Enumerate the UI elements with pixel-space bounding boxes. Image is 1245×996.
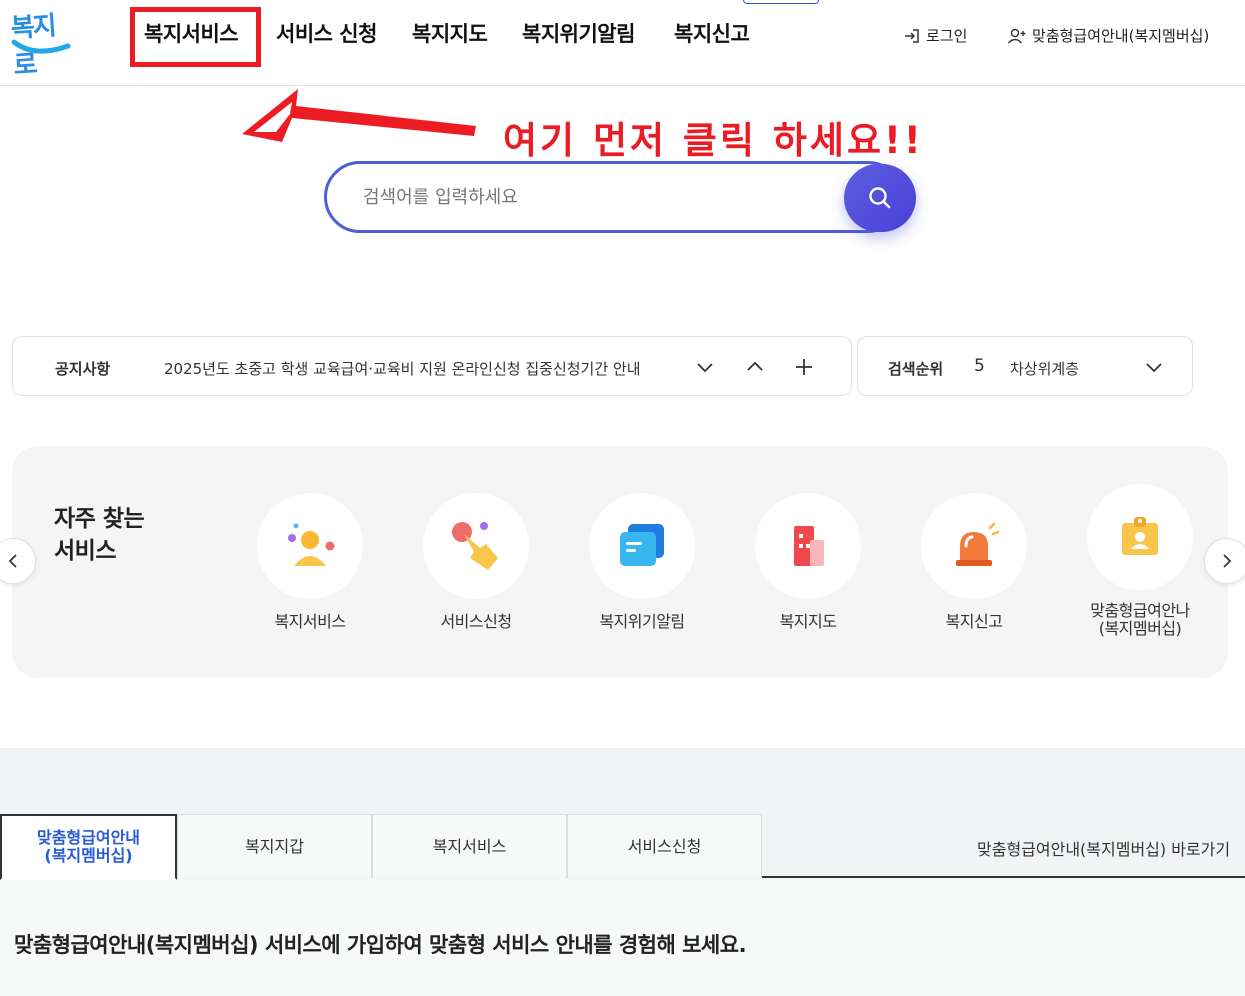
service-welfare-circle xyxy=(257,493,363,599)
building-icon xyxy=(794,526,824,566)
chevron-left-icon xyxy=(8,554,17,568)
service-apply[interactable]: 서비스신청 xyxy=(401,493,551,631)
search-icon xyxy=(869,187,891,209)
membership-link[interactable]: 맞춤형급여안내(복지멤버십) xyxy=(1007,25,1209,46)
service-welfare-map[interactable]: 복지지도 xyxy=(733,493,883,631)
service-welfare-report[interactable]: 복지신고 xyxy=(899,493,1049,631)
tab-membership-line1: 맞춤형급여안내 xyxy=(36,828,141,847)
service-crisis-alert[interactable]: 복지위기알림 xyxy=(567,493,717,631)
membership-label: 맞춤형급여안내(복지멤버십) xyxy=(1032,27,1210,45)
rank-label: 검색순위 xyxy=(888,360,944,378)
plus-icon xyxy=(796,359,812,375)
notice-bar: 공지사항 2025년도 초중고 학생 교육급여·교육비 지원 온라인신청 집중신… xyxy=(12,336,852,396)
rank-keyword[interactable]: 차상위계층 xyxy=(1010,358,1079,379)
service-membership-label-line2: (복지멤버십) xyxy=(1098,619,1182,638)
search-button[interactable] xyxy=(844,164,916,232)
chevron-down-icon xyxy=(697,363,713,373)
service-report-circle xyxy=(921,493,1027,599)
siren-icon xyxy=(956,522,1000,566)
membership-message: 맞춤형급여안내(복지멤버십) 서비스에 가입하여 맞춤형 서비스 안내를 경험해… xyxy=(14,933,747,957)
notice-label: 공지사항 xyxy=(55,360,111,378)
search-input[interactable] xyxy=(363,180,833,214)
frequent-title-line1: 자주 찾는 xyxy=(54,506,145,532)
rank-number: 5 xyxy=(974,356,985,376)
service-crisis-circle xyxy=(589,493,695,599)
service-membership-label: 맞춤형급여안나 (복지멤버십) xyxy=(1065,602,1215,638)
chevron-down-icon xyxy=(1146,363,1162,373)
chevron-right-icon xyxy=(1223,554,1232,568)
tab-welfare-service[interactable]: 복지서비스 xyxy=(372,814,567,878)
service-crisis-label: 복지위기알림 xyxy=(599,612,685,631)
site-logo[interactable]: 복지로 xyxy=(10,6,74,81)
frequent-services-title: 자주 찾는 서비스 xyxy=(54,503,145,567)
notice-next-button[interactable] xyxy=(693,355,717,379)
frequent-title-line2: 서비스 xyxy=(54,538,116,564)
id-badge-icon xyxy=(1122,517,1158,555)
nav-welfare-report[interactable]: 복지신고 xyxy=(674,18,750,48)
logo-swoosh-icon xyxy=(11,39,71,54)
tab-membership[interactable]: 맞춤형급여안내 (복지멤버십) xyxy=(0,814,177,880)
message-card-icon xyxy=(620,524,664,566)
hand-pointer-icon xyxy=(452,522,498,570)
tab-welfare-wallet[interactable]: 복지지갑 xyxy=(177,814,372,878)
login-label: 로그인 xyxy=(926,27,968,45)
person-icon xyxy=(288,523,335,566)
annotation-text: 여기 먼저 클릭 하세요!! xyxy=(503,119,924,162)
top-indicator xyxy=(743,0,819,4)
annotation-arrow-icon xyxy=(242,89,476,142)
add-user-icon xyxy=(1007,28,1026,43)
tab-membership-line2: (복지멤버십) xyxy=(44,846,133,865)
service-membership[interactable]: 맞춤형급여안나 (복지멤버십) xyxy=(1065,484,1215,638)
service-welfare-label: 복지서비스 xyxy=(274,612,346,631)
service-map-label: 복지지도 xyxy=(779,612,837,631)
nav-crisis-alert[interactable]: 복지위기알림 xyxy=(522,18,635,48)
login-icon xyxy=(905,28,919,43)
nav-service-apply[interactable]: 서비스 신청 xyxy=(276,18,377,48)
search-rank-bar: 검색순위 5 차상위계층 xyxy=(857,336,1193,396)
service-report-label: 복지신고 xyxy=(945,612,1003,631)
highlight-box xyxy=(130,7,261,67)
rank-expand-button[interactable] xyxy=(1142,355,1166,379)
search-box xyxy=(324,161,904,233)
service-welfare[interactable]: 복지서비스 xyxy=(235,493,385,631)
site-header: 복지로 복지서비스 서비스 신청 복지지도 복지위기알림 복지신고 로그인 맞춤… xyxy=(0,0,1245,86)
membership-shortcut-link[interactable]: 맞춤형급여안내(복지멤버십) 바로가기 xyxy=(977,836,1230,860)
notice-more-button[interactable] xyxy=(792,355,816,379)
tab-service-apply[interactable]: 서비스신청 xyxy=(567,814,762,878)
service-map-circle xyxy=(755,493,861,599)
service-apply-circle xyxy=(423,493,529,599)
service-membership-label-line1: 맞춤형급여안나 xyxy=(1090,601,1190,620)
service-membership-circle xyxy=(1087,484,1193,590)
chevron-up-icon xyxy=(747,361,763,371)
login-link[interactable]: 로그인 xyxy=(903,25,967,46)
service-apply-label: 서비스신청 xyxy=(440,612,512,631)
notice-prev-button[interactable] xyxy=(743,355,767,379)
notice-text[interactable]: 2025년도 초중고 학생 교육급여·교육비 지원 온라인신청 집중신청기간 안… xyxy=(164,358,641,379)
nav-welfare-map[interactable]: 복지지도 xyxy=(412,18,488,48)
